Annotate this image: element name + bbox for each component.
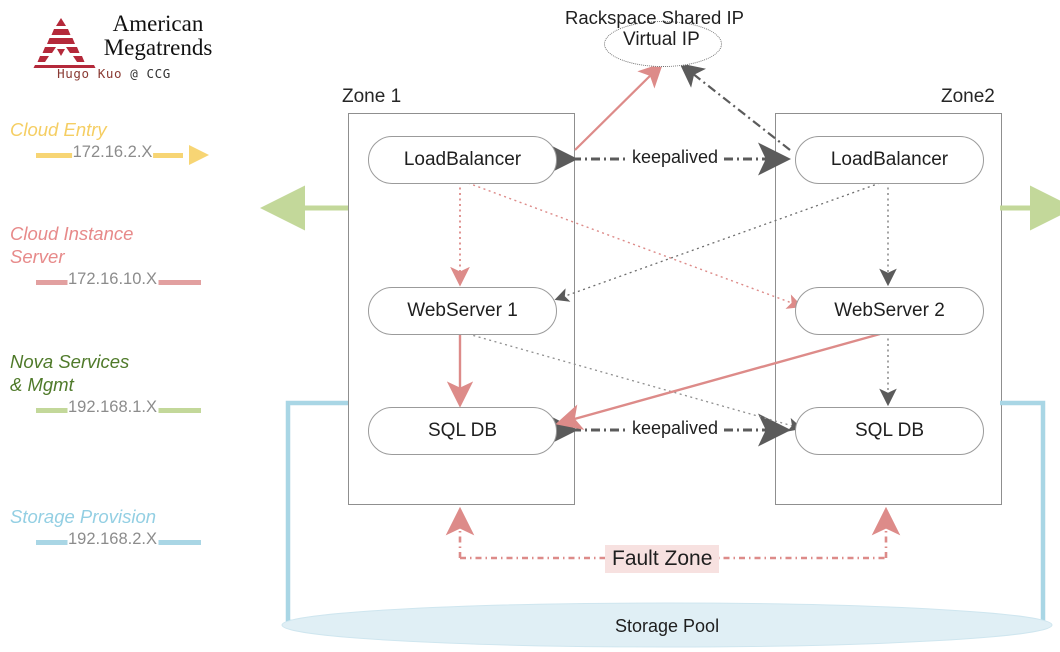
node-webserver-2[interactable]: WebServer 2 <box>795 287 984 335</box>
vip-label: Virtual IP <box>623 29 700 50</box>
node-loadbalancer-zone2[interactable]: LoadBalancer <box>795 136 984 184</box>
node-label: LoadBalancer <box>403 149 522 170</box>
fault-zone-label: Fault Zone <box>605 545 720 573</box>
node-sqldb-zone2[interactable]: SQL DB <box>795 407 984 455</box>
edge-lb2-to-vip <box>679 63 791 151</box>
diagram-canvas: American Megatrends Hugo Kuo @ CCG Cloud… <box>0 0 1060 652</box>
node-label: LoadBalancer <box>830 149 949 170</box>
storage-bracket-right <box>1000 400 1046 625</box>
node-label: WebServer 1 <box>407 300 518 321</box>
node-label: SQL DB <box>855 420 924 441</box>
edge-label-keepalived-db: keepalived <box>628 418 723 439</box>
storage-bracket-left <box>285 400 348 625</box>
edge-label-keepalived-lb: keepalived <box>628 147 723 168</box>
edge-lb2-to-web1 <box>554 182 881 302</box>
node-label: WebServer 2 <box>834 300 945 321</box>
storage-pool-label: Storage Pool <box>615 616 720 636</box>
zone-1-label: Zone 1 <box>342 86 402 107</box>
node-sqldb-zone1[interactable]: SQL DB <box>368 407 557 455</box>
node-label: SQL DB <box>428 420 497 441</box>
node-webserver-1[interactable]: WebServer 1 <box>368 287 557 335</box>
zone-2-label: Zone2 <box>941 86 995 107</box>
vip-caption: Rackspace Shared IP <box>565 7 744 28</box>
edge-lb1-to-vip <box>574 62 664 151</box>
node-loadbalancer-zone1[interactable]: LoadBalancer <box>368 136 557 184</box>
